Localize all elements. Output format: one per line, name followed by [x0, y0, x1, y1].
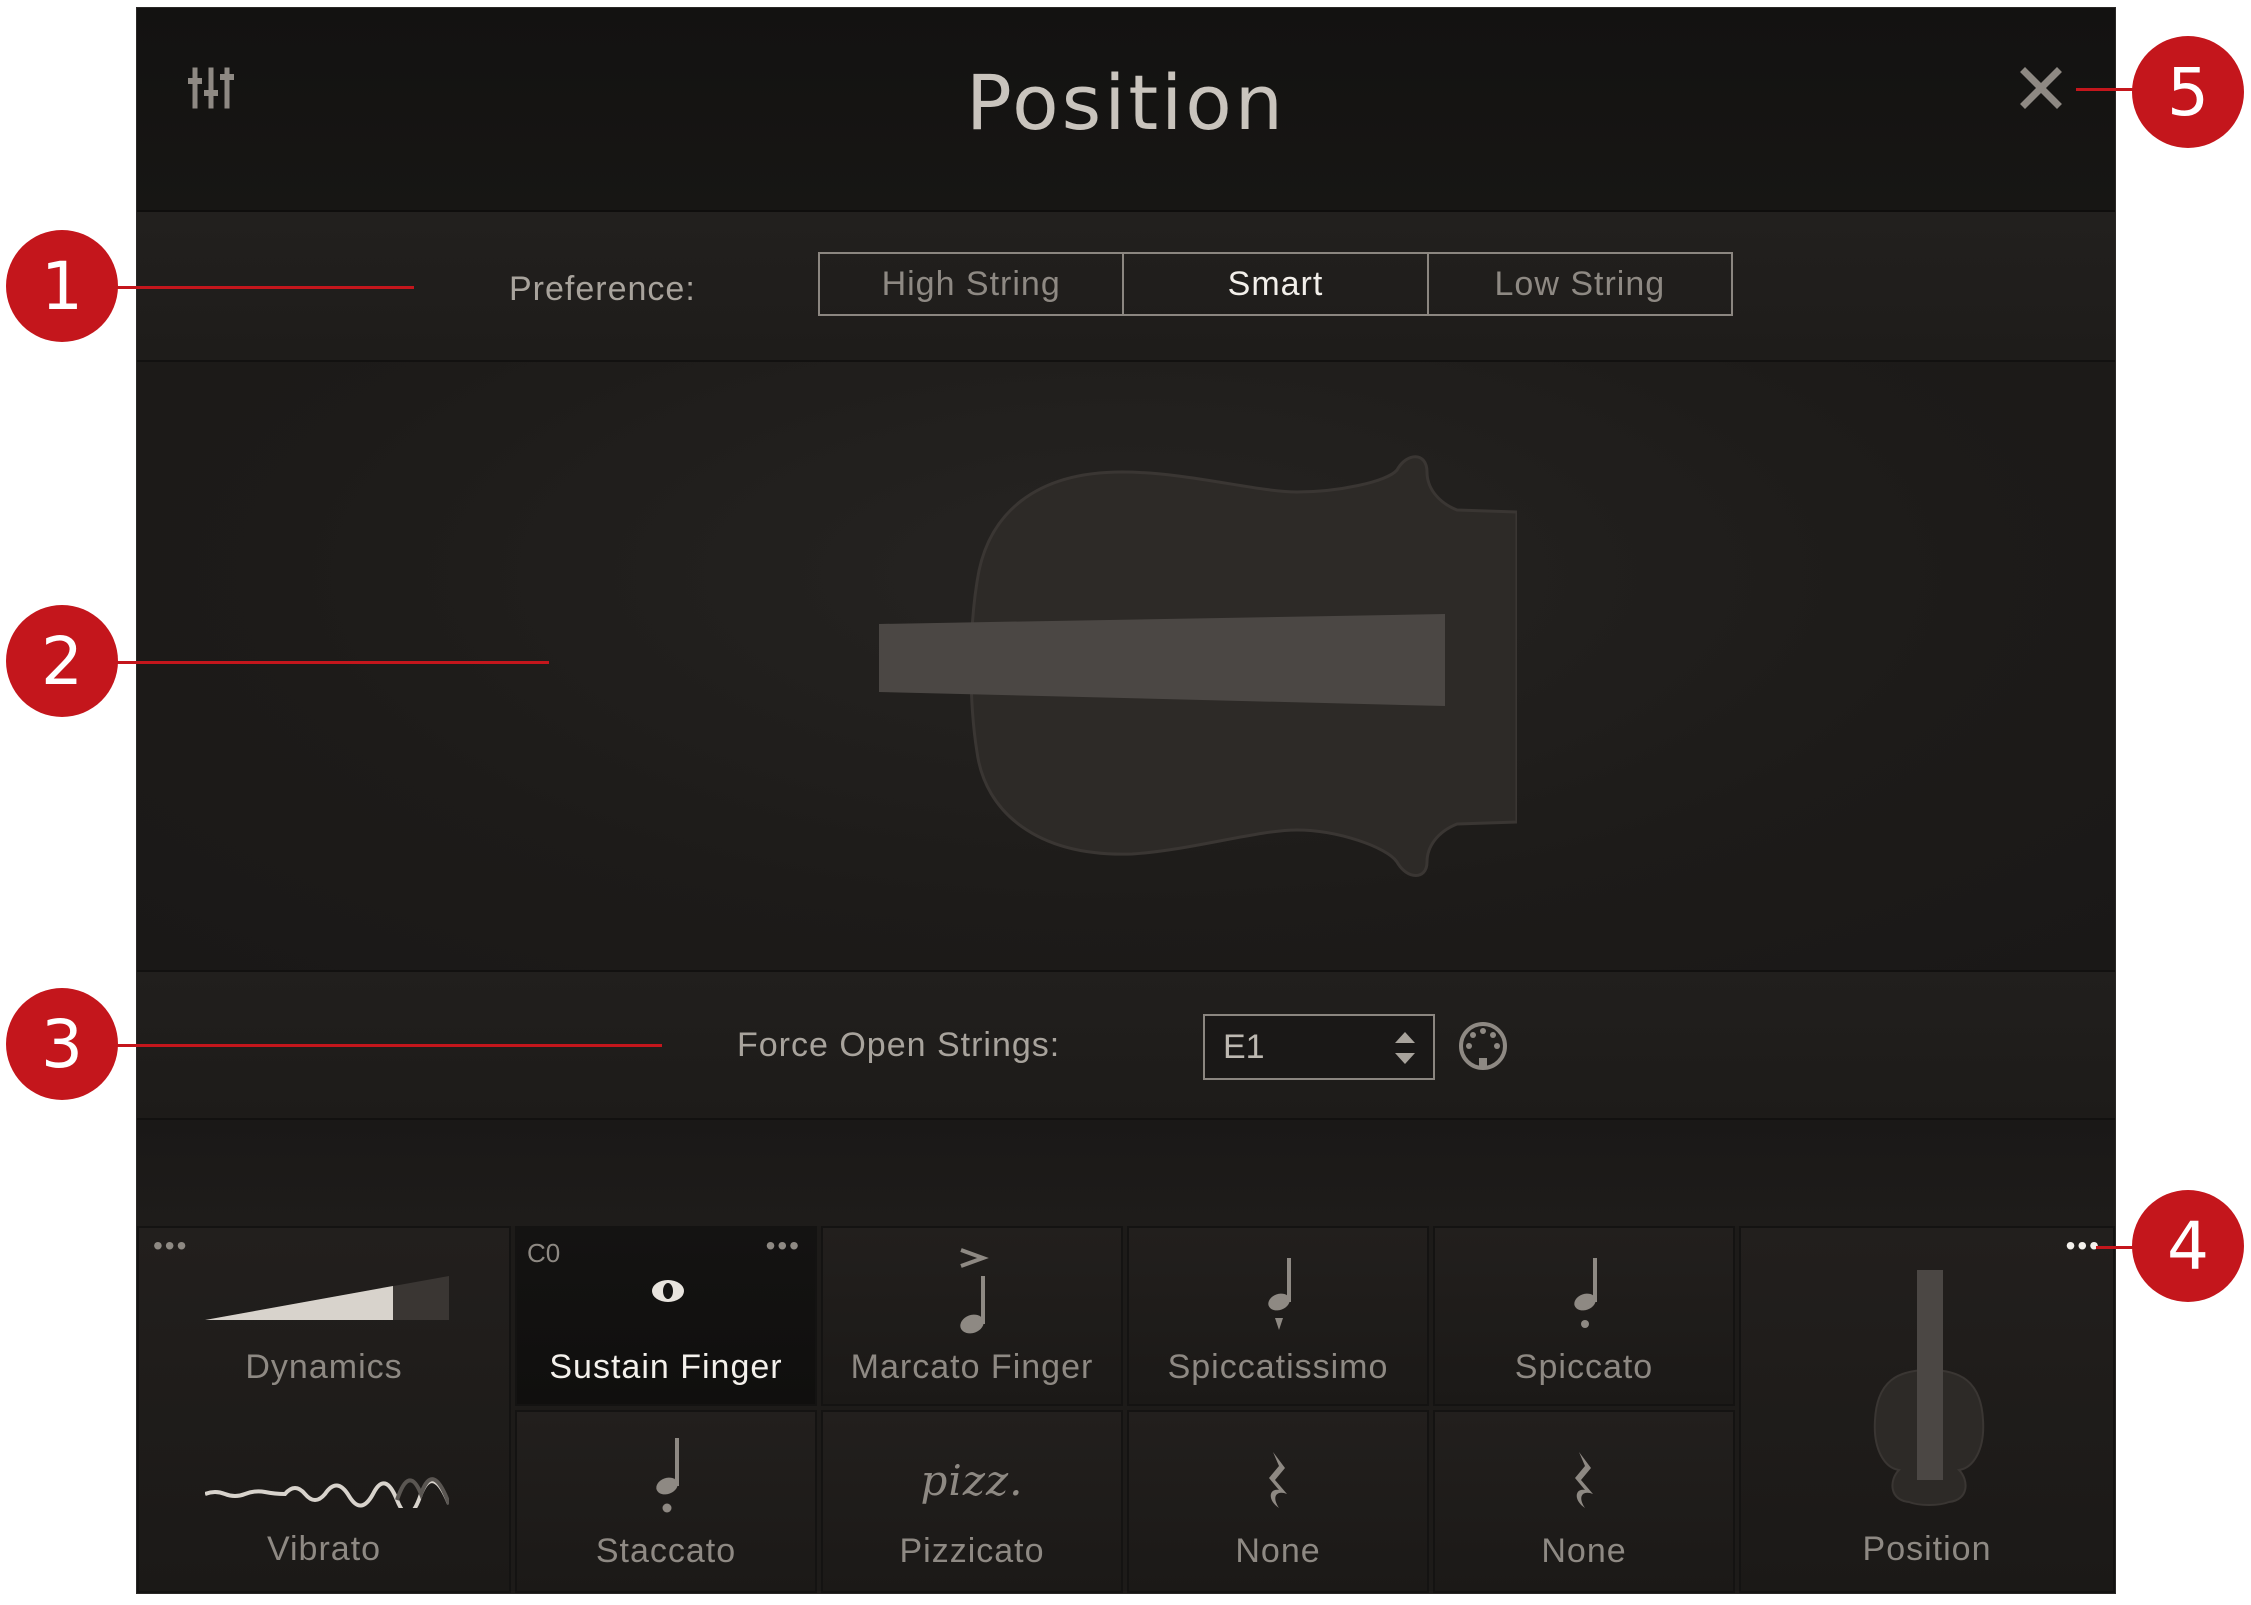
more-options-icon[interactable]: ••• — [153, 1232, 188, 1260]
articulation-label: Marcato Finger — [850, 1348, 1094, 1386]
preference-row: Preference: High String Smart Low String — [137, 212, 2115, 362]
callout-4: 4 — [2132, 1190, 2244, 1302]
callout-2-line — [116, 661, 549, 664]
articulation-spiccato[interactable]: Spiccato — [1433, 1226, 1735, 1406]
preference-option-low-string[interactable]: Low String — [1429, 254, 1731, 314]
quarter-rest-icon — [1575, 1452, 1593, 1508]
up-down-stepper-icon[interactable] — [1391, 1028, 1419, 1068]
articulation-label: None — [1541, 1532, 1627, 1570]
callout-5-line — [2076, 88, 2140, 91]
violin-position-icon — [1873, 1270, 1985, 1506]
articulation-staccato[interactable]: Staccato — [515, 1410, 817, 1593]
staccatissimo-note-icon — [1268, 1258, 1291, 1330]
more-options-icon[interactable]: ••• — [766, 1232, 801, 1260]
quarter-rest-icon — [1269, 1452, 1287, 1508]
callout-5: 5 — [2132, 36, 2244, 148]
page-title: Position — [966, 58, 1286, 147]
dynamics-label: Dynamics — [245, 1348, 403, 1386]
callout-1: 1 — [6, 230, 118, 342]
dynamics-vibrato-panel: ••• Dynamics Vibrato — [137, 1226, 511, 1593]
preference-option-smart[interactable]: Smart — [1124, 254, 1429, 314]
articulation-sustain-finger[interactable]: C0 ••• Sustain Finger — [515, 1226, 817, 1406]
force-open-strings-label: Force Open Strings: — [737, 1026, 1061, 1064]
note-value: E1 — [1223, 1028, 1265, 1066]
string-position-display — [137, 362, 2115, 972]
articulation-marcato-finger[interactable]: Marcato Finger — [821, 1226, 1123, 1406]
vibrato-label: Vibrato — [266, 1530, 382, 1568]
keyswitch-tag: C0 — [527, 1238, 561, 1268]
close-icon[interactable] — [2019, 66, 2063, 110]
preference-selector: High String Smart Low String — [818, 252, 1733, 316]
callout-2: 2 — [6, 605, 118, 717]
callout-1-line — [116, 286, 414, 289]
spacer — [137, 1120, 2115, 1226]
callout-3: 3 — [6, 988, 118, 1100]
articulation-spiccatissimo[interactable]: Spiccatissimo — [1127, 1226, 1429, 1406]
pizz-glyph: pizz. — [920, 1456, 1024, 1505]
whole-note-icon — [652, 1280, 684, 1302]
force-open-strings-select[interactable]: E1 — [1203, 1014, 1435, 1080]
violin-body-icon — [879, 455, 1517, 877]
callout-3-line — [116, 1044, 662, 1047]
preference-option-high-string[interactable]: High String — [820, 254, 1125, 314]
position-panel: Position Preference: High String Smart L… — [137, 8, 2115, 1593]
articulation-label: Staccato — [595, 1532, 737, 1570]
dynamics-ramp-icon[interactable] — [205, 1276, 449, 1322]
header-bar: Position — [137, 8, 2115, 212]
articulation-none-2[interactable]: None — [1433, 1410, 1735, 1593]
articulation-pizzicato[interactable]: pizz. Pizzicato — [821, 1410, 1123, 1593]
midi-port-icon[interactable] — [1457, 1020, 1509, 1072]
articulation-label: Sustain Finger — [549, 1348, 783, 1386]
articulation-none-1[interactable]: None — [1127, 1410, 1429, 1593]
articulation-label: Spiccato — [1514, 1348, 1654, 1386]
position-articulation-panel[interactable]: ••• Position — [1739, 1226, 2115, 1593]
articulation-label: None — [1235, 1532, 1321, 1570]
vibrato-wave-icon[interactable] — [205, 1464, 449, 1508]
staccato-note-icon — [1574, 1258, 1597, 1328]
staccato-note-icon — [656, 1438, 679, 1513]
preference-label: Preference: — [509, 270, 696, 308]
accented-note-icon — [960, 1248, 989, 1334]
articulation-label: Spiccatissimo — [1167, 1348, 1389, 1386]
articulation-label: Position — [1862, 1530, 1992, 1568]
articulation-label: Pizzicato — [899, 1532, 1045, 1570]
